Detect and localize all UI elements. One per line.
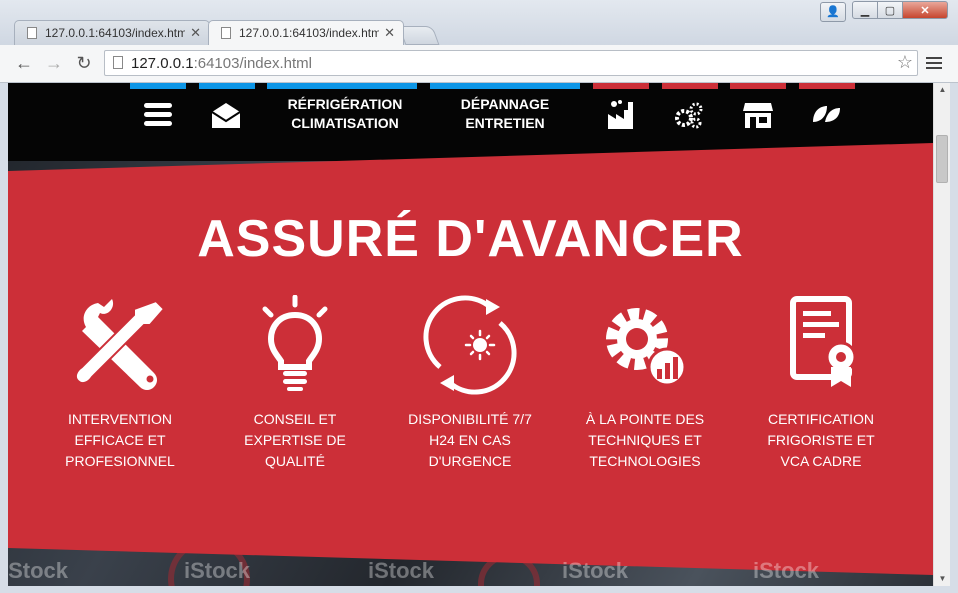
- feature-item: CONSEIL ET EXPERTISE DE QUALITÉ: [220, 295, 370, 472]
- nav-accent-red: [593, 83, 649, 89]
- feature-text-line: TECHNOLOGIES: [589, 453, 701, 469]
- feature-text-line: FRIGORISTE ET: [767, 432, 875, 448]
- bookmark-star-icon[interactable]: ☆: [897, 52, 913, 73]
- tab-inactive[interactable]: 127.0.0.1:64103/index.htm ✕: [14, 20, 210, 45]
- forward-arrow-icon[interactable]: →: [42, 51, 66, 75]
- feature-text-line: PROFESIONNEL: [65, 453, 175, 469]
- tab-active[interactable]: 127.0.0.1:64103/index.htm ✕: [208, 20, 404, 45]
- menu-icon[interactable]: [926, 54, 942, 70]
- page-icon: [27, 27, 37, 39]
- envelope-icon[interactable]: [209, 98, 243, 132]
- feature-text-line: INTERVENTION: [68, 411, 172, 427]
- url-path: :64103/index.html: [193, 55, 312, 72]
- feature-text: DISPONIBILITÉ 7/7 H24 EN CAS D'URGENCE: [395, 409, 545, 472]
- tab-label: 127.0.0.1:64103/index.htm: [239, 26, 379, 40]
- feature-text-line: EXPERTISE DE: [244, 432, 346, 448]
- vertical-scrollbar[interactable]: ▲ ▼: [933, 83, 950, 586]
- page-icon: [113, 56, 123, 69]
- tab-label: 127.0.0.1:64103/index.htm: [45, 26, 185, 40]
- feature-text-line: TECHNIQUES ET: [588, 432, 702, 448]
- new-tab-button[interactable]: [398, 26, 440, 45]
- feature-text-line: D'URGENCE: [428, 453, 512, 469]
- section-headline: ASSURÉ D'AVANCER: [197, 210, 744, 268]
- url-text[interactable]: 127.0.0.1:64103/index.html: [131, 55, 312, 72]
- url-host: 127.0.0.1: [131, 55, 194, 72]
- feature-text: CERTIFICATION FRIGORISTE ET VCA CADRE: [746, 409, 896, 472]
- watermark-text: iStock: [8, 558, 69, 583]
- feature-text-line: CERTIFICATION: [767, 411, 875, 427]
- certificate-icon: [790, 296, 857, 387]
- feature-text-line: QUALITÉ: [265, 453, 325, 469]
- watermark-text: iStock: [562, 558, 629, 583]
- feature-text: INTERVENTION EFFICACE ET PROFESIONNEL: [45, 409, 195, 472]
- watermark-text: iStock: [184, 558, 251, 583]
- gear-chart-icon: [606, 308, 687, 387]
- day-night-icon: [423, 295, 517, 395]
- close-icon[interactable]: ✕: [190, 25, 201, 41]
- page-viewport: RÉFRIGÉRATION CLIMATISATION DÉPANNAGE EN…: [8, 83, 933, 586]
- nav-item-label: DÉPANNAGE: [460, 96, 550, 112]
- gears-icon[interactable]: [672, 98, 706, 132]
- feature-text-line: CONSEIL ET: [253, 411, 337, 427]
- factory-icon[interactable]: [605, 98, 639, 132]
- nav-accent-blue: [130, 83, 186, 89]
- feature-text: À LA POINTE DES TECHNIQUES ET TECHNOLOGI…: [570, 409, 720, 472]
- lightbulb-icon: [262, 295, 328, 391]
- nav-item-depannage[interactable]: DÉPANNAGE ENTRETIEN: [430, 95, 580, 135]
- maximize-button[interactable]: ▢: [877, 1, 903, 19]
- feature-item: DISPONIBILITÉ 7/7 H24 EN CAS D'URGENCE: [395, 295, 545, 472]
- hamburger-menu-icon[interactable]: [142, 98, 176, 132]
- browser-window: 127.0.0.1:64103/index.htm ✕ 127.0.0.1:64…: [0, 0, 958, 593]
- feature-item: INTERVENTION EFFICACE ET PROFESIONNEL: [45, 295, 195, 472]
- window-close-button[interactable]: ✕: [902, 1, 948, 19]
- watermark-text: iStock: [753, 558, 820, 583]
- nav-accent-blue: [267, 83, 417, 89]
- feature-item: À LA POINTE DES TECHNIQUES ET TECHNOLOGI…: [570, 295, 720, 472]
- nav-accent-red: [799, 83, 855, 89]
- feature-text-line: VCA CADRE: [780, 453, 862, 469]
- scrollbar-thumb[interactable]: [936, 135, 948, 183]
- nav-item-refrigeration[interactable]: RÉFRIGÉRATION CLIMATISATION: [270, 95, 420, 135]
- scroll-up-arrow-icon[interactable]: ▲: [934, 83, 951, 97]
- back-arrow-icon[interactable]: ←: [12, 51, 36, 75]
- tools-icon: [74, 299, 166, 390]
- leaves-icon[interactable]: [809, 98, 843, 132]
- close-icon[interactable]: ✕: [384, 25, 395, 41]
- nav-item-label: ENTRETIEN: [465, 115, 545, 131]
- minimize-button[interactable]: ▁: [852, 1, 878, 19]
- feature-text-line: DISPONIBILITÉ 7/7: [408, 411, 532, 427]
- nav-accent-red: [730, 83, 786, 89]
- feature-item: CERTIFICATION FRIGORISTE ET VCA CADRE: [746, 295, 896, 472]
- watermark-text: iStock: [368, 558, 435, 583]
- title-bar: 127.0.0.1:64103/index.htm ✕ 127.0.0.1:64…: [0, 0, 958, 46]
- reload-icon[interactable]: ↻: [72, 51, 96, 75]
- user-icon[interactable]: 👤: [820, 2, 846, 22]
- store-icon[interactable]: [741, 98, 775, 132]
- feature-text: CONSEIL ET EXPERTISE DE QUALITÉ: [220, 409, 370, 472]
- nav-accent-red: [662, 83, 718, 89]
- feature-text-line: H24 EN CAS: [429, 432, 511, 448]
- browser-toolbar: ← → ↻ 127.0.0.1:64103/index.html ☆: [0, 45, 958, 83]
- scroll-down-arrow-icon[interactable]: ▼: [934, 572, 951, 586]
- nav-accent-blue: [430, 83, 580, 89]
- feature-text-line: À LA POINTE DES: [585, 411, 705, 427]
- nav-item-label: CLIMATISATION: [291, 115, 399, 131]
- page-icon: [221, 27, 231, 39]
- feature-text-line: EFFICACE ET: [74, 432, 166, 448]
- nav-item-label: RÉFRIGÉRATION: [287, 96, 403, 112]
- address-bar[interactable]: 127.0.0.1:64103/index.html ☆: [104, 50, 918, 76]
- nav-accent-blue: [199, 83, 255, 89]
